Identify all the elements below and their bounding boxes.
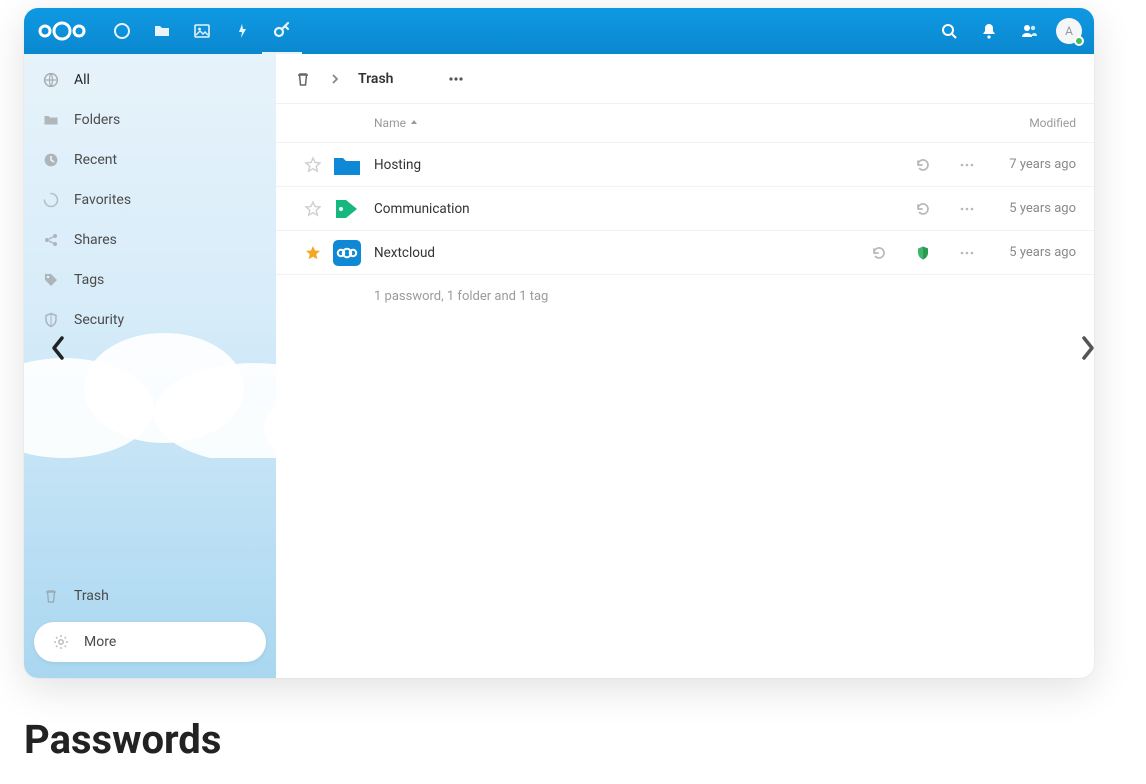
- sidebar-item-favorites[interactable]: Favorites: [24, 180, 276, 220]
- globe-icon: [42, 71, 60, 89]
- folder-icon: [42, 111, 60, 129]
- avatar-initial: A: [1065, 24, 1073, 38]
- topbar-right: A: [936, 18, 1082, 44]
- photos-app-icon[interactable]: [182, 8, 222, 54]
- list-row[interactable]: Nextcloud 5 years ago: [276, 230, 1094, 274]
- share-icon: [42, 231, 60, 249]
- more-icon[interactable]: [958, 200, 976, 218]
- nextcloud-logo[interactable]: [36, 18, 88, 44]
- gear-icon: [52, 633, 70, 651]
- shield-icon: [42, 311, 60, 329]
- sidebar-item-label: Folders: [74, 112, 120, 128]
- item-modified: 7 years ago: [976, 157, 1076, 172]
- sidebar-item-shares[interactable]: Shares: [24, 220, 276, 260]
- tag-icon: [42, 271, 60, 289]
- sidebar-item-folders[interactable]: Folders: [24, 100, 276, 140]
- restore-icon[interactable]: [914, 200, 932, 218]
- sidebar-item-all[interactable]: All: [24, 60, 276, 100]
- item-name[interactable]: Nextcloud: [374, 245, 816, 261]
- status-online-icon: [1074, 36, 1084, 46]
- page-title: Passwords: [24, 716, 221, 763]
- security-shield-icon[interactable]: [914, 244, 932, 262]
- spinner-icon: [42, 191, 60, 209]
- sidebar-item-tags[interactable]: Tags: [24, 260, 276, 300]
- carousel-next-icon[interactable]: [1070, 330, 1106, 366]
- item-name[interactable]: Hosting: [374, 157, 816, 173]
- sidebar-item-label: More: [84, 634, 116, 650]
- sidebar-item-label: Recent: [74, 152, 117, 168]
- list-row[interactable]: Communication 5 years ago: [276, 186, 1094, 230]
- list-header: Name Modified: [276, 104, 1094, 142]
- sidebar-item-recent[interactable]: Recent: [24, 140, 276, 180]
- list-row[interactable]: Hosting 7 years ago: [276, 142, 1094, 186]
- item-modified: 5 years ago: [976, 245, 1076, 260]
- trash-icon: [42, 587, 60, 605]
- sidebar-item-label: All: [74, 72, 90, 88]
- favorite-toggle[interactable]: [294, 156, 332, 174]
- topbar: A: [24, 8, 1094, 54]
- sidebar-item-label: Favorites: [74, 192, 131, 208]
- content: Trash Name Modified: [276, 54, 1094, 678]
- files-app-icon[interactable]: [142, 8, 182, 54]
- sidebar-item-label: Security: [74, 312, 124, 328]
- body: All Folders Recent Favorites Shares Tags: [24, 54, 1094, 678]
- breadcrumb-title: Trash: [358, 71, 393, 87]
- favorite-toggle[interactable]: [294, 244, 332, 262]
- item-modified: 5 years ago: [976, 201, 1076, 216]
- sidebar-item-label: Shares: [74, 232, 117, 248]
- dashboard-app-icon[interactable]: [102, 8, 142, 54]
- restore-icon[interactable]: [914, 156, 932, 174]
- app-window: A All Folders Recent Favorites: [24, 8, 1094, 678]
- activity-app-icon[interactable]: [222, 8, 262, 54]
- more-icon[interactable]: [958, 244, 976, 262]
- chevron-right-icon: [326, 70, 344, 88]
- sidebar-item-more[interactable]: More: [34, 622, 266, 662]
- breadcrumb: Trash: [276, 54, 1094, 104]
- column-modified-header[interactable]: Modified: [976, 116, 1076, 130]
- restore-icon[interactable]: [870, 244, 888, 262]
- column-modified-label: Modified: [1029, 116, 1076, 130]
- column-name-header[interactable]: Name: [374, 116, 816, 130]
- sidebar-item-label: Trash: [74, 588, 109, 604]
- sidebar-item-trash[interactable]: Trash: [24, 576, 276, 616]
- sort-asc-icon: [410, 119, 418, 127]
- user-avatar[interactable]: A: [1056, 18, 1082, 44]
- passwords-app-icon[interactable]: [262, 8, 302, 54]
- contacts-icon[interactable]: [1016, 18, 1042, 44]
- search-icon[interactable]: [936, 18, 962, 44]
- breadcrumb-more-icon[interactable]: [447, 70, 465, 88]
- item-name[interactable]: Communication: [374, 201, 816, 217]
- trash-icon[interactable]: [294, 70, 312, 88]
- clock-icon: [42, 151, 60, 169]
- password-icon: [332, 239, 374, 267]
- sidebar: All Folders Recent Favorites Shares Tags: [24, 54, 276, 678]
- carousel-prev-icon[interactable]: [40, 330, 76, 366]
- tag-icon: [332, 196, 374, 222]
- list-summary: 1 password, 1 folder and 1 tag: [276, 274, 1094, 304]
- app-icons: [102, 8, 302, 54]
- folder-icon: [332, 152, 374, 178]
- favorite-toggle[interactable]: [294, 200, 332, 218]
- sidebar-item-label: Tags: [74, 272, 104, 288]
- column-name-label: Name: [374, 116, 406, 130]
- more-icon[interactable]: [958, 156, 976, 174]
- notifications-icon[interactable]: [976, 18, 1002, 44]
